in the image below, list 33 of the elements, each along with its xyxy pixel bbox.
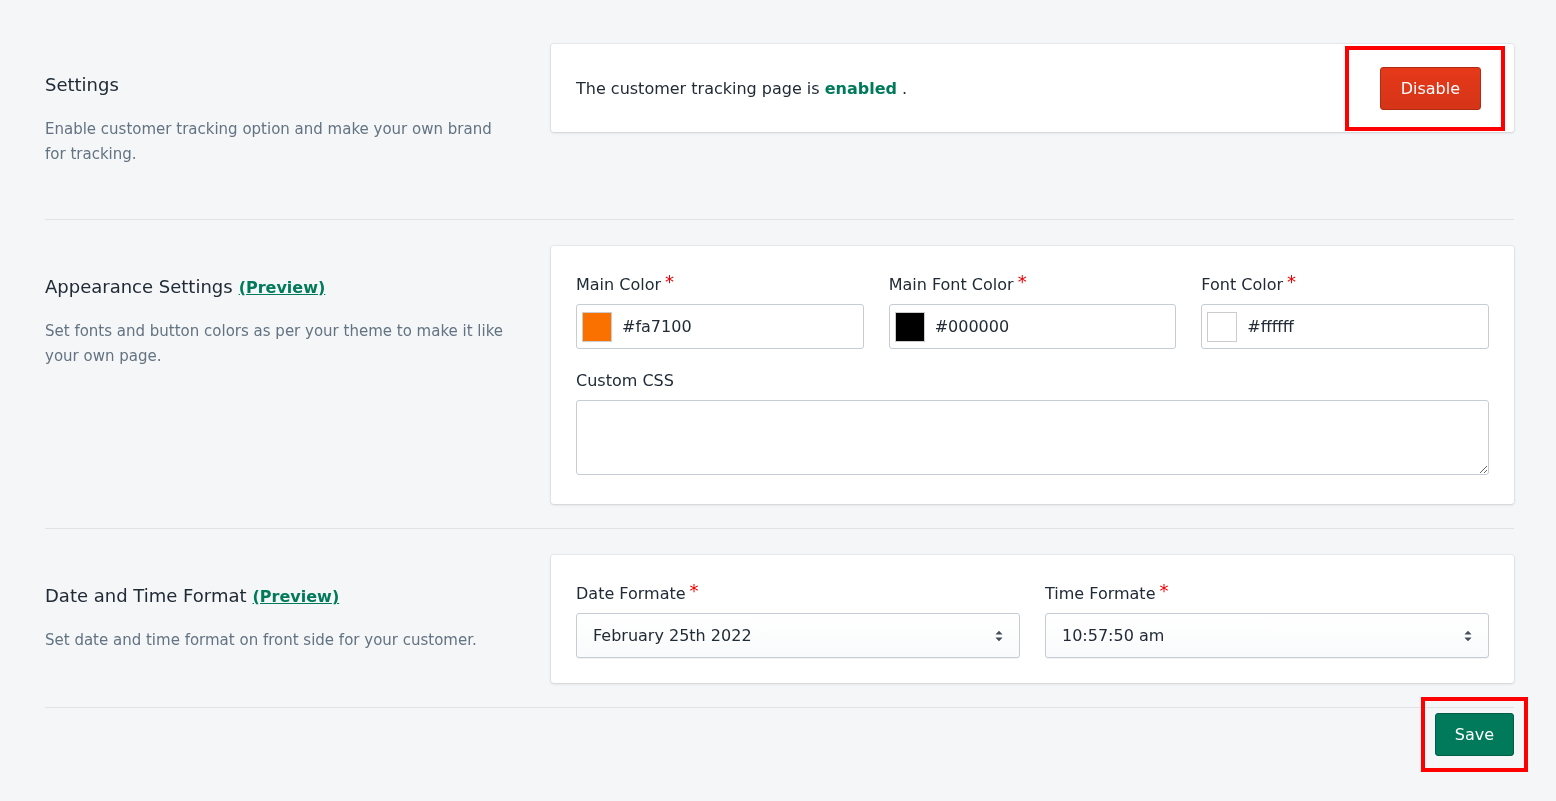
section-title: Appearance Settings [45, 276, 233, 297]
preview-link[interactable]: (Preview) [252, 587, 340, 606]
required-asterisk: * [665, 275, 675, 294]
color-input-field[interactable]: #fa7100 [576, 304, 864, 349]
color-swatch[interactable] [894, 311, 925, 342]
required-asterisk: * [1017, 275, 1027, 294]
required-asterisk: * [689, 584, 699, 603]
field-label: Custom CSS [576, 371, 674, 390]
field-label: Main Font Color [888, 275, 1014, 294]
select-field[interactable]: February 25th 2022 [576, 613, 1020, 658]
field-label: Main Color [576, 275, 662, 294]
color-input-field[interactable]: #ffffff [1201, 304, 1489, 349]
section-description: Enable customer tracking option and make your own brand for tracking. [45, 119, 493, 165]
color-swatch[interactable] [582, 311, 612, 342]
field-label: Date Formate [576, 584, 686, 603]
status-text: The customer tracking page is enabled . [576, 78, 908, 98]
section-description: Set fonts and button colors as per your theme to make it like your own page. [45, 321, 505, 367]
color-input-field[interactable]: #000000 [888, 304, 1177, 349]
disable-button[interactable]: Disable [1379, 67, 1481, 110]
save-button[interactable]: Save [1434, 713, 1514, 756]
chevron-up-down-icon [1464, 628, 1472, 643]
custom-css-field[interactable] [576, 400, 1489, 475]
preview-link[interactable]: (Preview) [238, 278, 326, 297]
required-asterisk: * [1159, 584, 1169, 603]
field-label: Time Formate [1045, 584, 1156, 603]
chevron-up-down-icon [995, 628, 1003, 643]
select-field[interactable]: 10:57:50 am [1045, 613, 1489, 658]
field-label: Font Color [1201, 275, 1284, 294]
section-title: Settings [45, 74, 119, 95]
section-description: Set date and time format on front side for your customer. [45, 630, 478, 651]
section-title: Date and Time Format [45, 585, 247, 606]
required-asterisk: * [1287, 275, 1297, 294]
color-swatch[interactable] [1207, 311, 1238, 342]
